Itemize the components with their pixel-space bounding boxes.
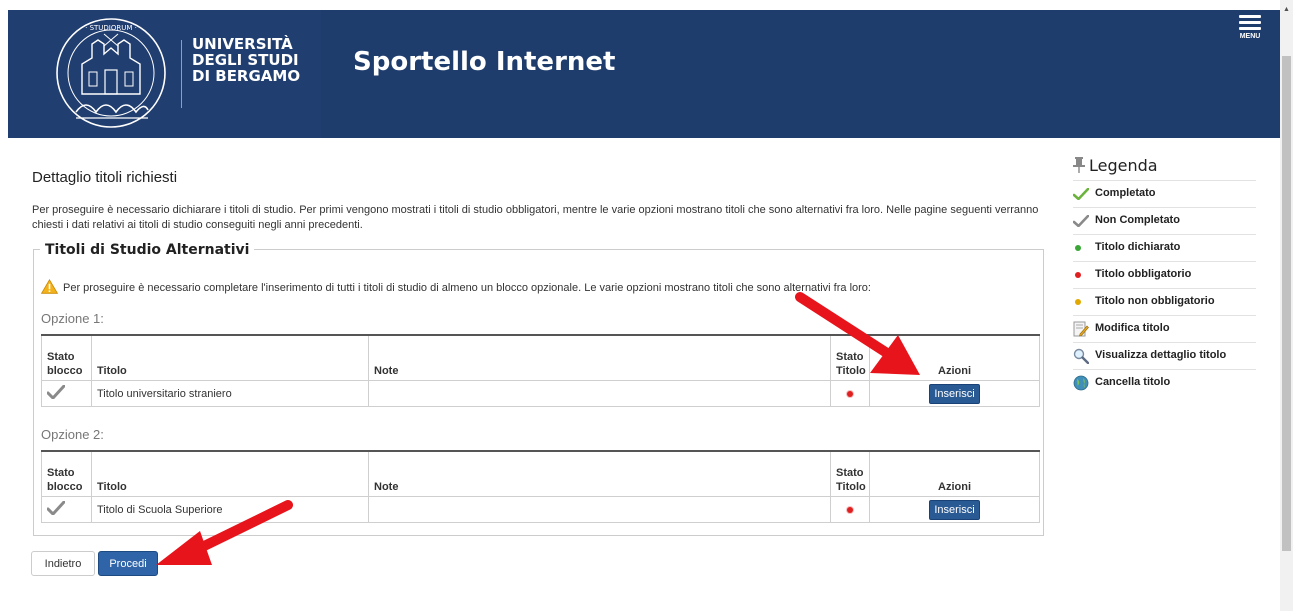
column-header-stato-blocco: Stato blocco — [41, 334, 92, 381]
legend-panel: Legenda Completato Non Completato Titolo… — [1073, 152, 1256, 396]
dot-red-icon — [1075, 271, 1081, 278]
legend-item-modifica-titolo: Modifica titolo — [1073, 315, 1256, 342]
column-header-titolo: Titolo — [91, 334, 369, 381]
legend-item-non-completato: Non Completato — [1073, 207, 1256, 234]
menu-label: MENU — [1239, 33, 1261, 40]
column-header-note: Note — [368, 450, 831, 497]
dot-red-icon — [847, 390, 853, 397]
column-header-note: Note — [368, 334, 831, 381]
svg-text:· STUDIORUM ·: · STUDIORUM · — [85, 24, 137, 32]
check-gray-icon — [1073, 214, 1089, 227]
vertical-scrollbar[interactable]: ▲ — [1280, 0, 1293, 611]
titolo-cell: Titolo universitario straniero — [91, 380, 369, 407]
legend-item-titolo-non-obbligatorio: Titolo non obbligatorio — [1073, 288, 1256, 315]
logo-divider — [181, 40, 182, 108]
note-cell — [368, 380, 831, 407]
stato-blocco-cell — [41, 380, 92, 407]
hamburger-icon — [1236, 15, 1264, 30]
annotation-arrow-inserisci — [795, 292, 920, 375]
site-header: · STUDIORUM · UNIVERSITÀ DEGLI STUDI DI … — [8, 10, 1280, 138]
scrollbar-thumb[interactable] — [1282, 56, 1291, 551]
column-header-azioni: Azioni — [869, 450, 1040, 497]
magnifier-icon — [1073, 348, 1089, 364]
annotation-arrow-procedi — [156, 500, 293, 565]
university-name: UNIVERSITÀ DEGLI STUDI DI BERGAMO — [192, 36, 300, 84]
university-emblem-icon: · STUDIORUM · — [56, 18, 166, 128]
note-cell — [368, 496, 831, 523]
app-title: Sportello Internet — [353, 47, 616, 77]
section-title: Titoli di Studio Alternativi — [40, 242, 255, 258]
azioni-cell: Inserisci — [869, 496, 1040, 523]
menu-button[interactable]: MENU — [1236, 12, 1264, 40]
legend-item-cancella-titolo: Cancella titolo — [1073, 369, 1256, 396]
inserisci-button[interactable]: Inserisci — [929, 499, 980, 520]
column-header-stato-titolo: Stato Titolo — [830, 450, 870, 497]
page-title: Dettaglio titoli richiesti — [32, 169, 178, 186]
check-gray-icon — [46, 500, 66, 516]
pin-icon — [1073, 157, 1085, 173]
university-name-line2: DEGLI STUDI — [192, 51, 299, 69]
legend-item-titolo-obbligatorio: Titolo obbligatorio — [1073, 261, 1256, 288]
warning-text: Per proseguire è necessario completare l… — [63, 282, 871, 294]
option-label: Opzione 2: — [41, 427, 104, 442]
edit-icon — [1073, 321, 1089, 336]
dot-yellow-icon — [1075, 298, 1081, 305]
intro-text: Per proseguire è necessario dichiarare i… — [32, 204, 1039, 231]
university-name-line1: UNIVERSITÀ — [192, 35, 293, 53]
legend-item-completato: Completato — [1073, 180, 1256, 207]
check-green-icon — [1073, 187, 1089, 200]
university-name-line3: DI BERGAMO — [192, 67, 301, 85]
check-gray-icon — [46, 384, 66, 400]
legend-item-visualizza-dettaglio: Visualizza dettaglio titolo — [1073, 342, 1256, 369]
option-label: Opzione 1: — [41, 311, 104, 326]
dot-green-icon — [1075, 244, 1081, 251]
back-button[interactable]: Indietro — [31, 551, 95, 576]
inserisci-button[interactable]: Inserisci — [929, 383, 980, 404]
warning-icon — [41, 279, 58, 294]
legend-title: Legenda — [1073, 152, 1256, 180]
globe-icon — [1073, 375, 1089, 390]
dot-red-icon — [847, 506, 853, 513]
university-logo-area[interactable]: · STUDIORUM · UNIVERSITÀ DEGLI STUDI DI … — [8, 10, 321, 138]
column-header-stato-blocco: Stato blocco — [41, 450, 92, 497]
stato-titolo-cell — [830, 496, 870, 523]
warning-message: Per proseguire è necessario completare l… — [41, 279, 871, 294]
scroll-up-arrow-icon[interactable]: ▲ — [1283, 6, 1290, 13]
legend-item-titolo-dichiarato: Titolo dichiarato — [1073, 234, 1256, 261]
stato-blocco-cell — [41, 496, 92, 523]
column-header-titolo: Titolo — [91, 450, 369, 497]
table-header-row: Stato blocco Titolo Note Stato Titolo Azio… — [41, 450, 1040, 497]
